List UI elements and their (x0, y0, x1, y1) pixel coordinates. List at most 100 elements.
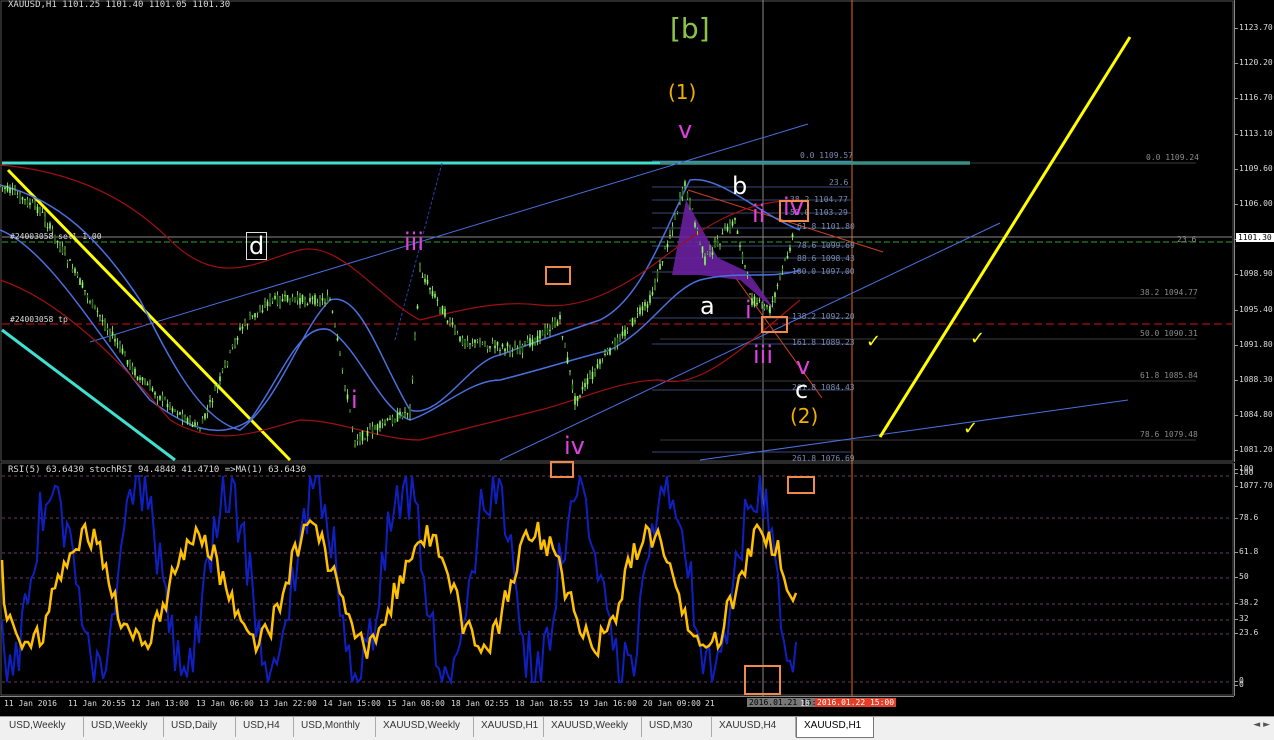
candle-body (16, 195, 19, 197)
candle-body (276, 295, 279, 305)
highlight-box (545, 266, 571, 285)
rsi-axis[interactable]: 100 100 78.6 61.8 50 38.2 32 23.6 0 0 (1233, 463, 1274, 696)
candle-body (6, 185, 9, 192)
wave-label-i-right: i (745, 296, 752, 324)
rsi-tick: 32 (1234, 614, 1249, 623)
candle-body (384, 423, 386, 425)
chart-tab[interactable]: XAUUSD,H1 (474, 717, 544, 737)
candle-body (791, 234, 794, 238)
fib-label: 88.6 1098.43 (797, 254, 855, 263)
candle-body (544, 327, 546, 334)
candle-body (46, 227, 49, 229)
candle-body (129, 360, 131, 366)
candle-body (204, 413, 206, 419)
time-axis[interactable]: 2016.01.21 15:00 2016.01.22 15:00 11 Jan… (0, 696, 1234, 711)
candle-body (429, 287, 431, 290)
candle-body (64, 250, 66, 252)
main-panel-border (0, 0, 1234, 462)
candle-body (306, 303, 309, 305)
candle-body (264, 303, 266, 305)
chart-tab[interactable]: XAUUSD,H4 (712, 717, 796, 737)
candle-body (419, 266, 421, 268)
candle-body (9, 187, 11, 193)
candle-body (624, 329, 626, 336)
price-axis[interactable]: 1123.70 1120.20 1116.70 1113.10 1109.60 1106.… (1234, 0, 1274, 490)
tab-scroll-arrows-icon[interactable]: ◄ ► (1253, 720, 1270, 730)
bollinger-band (0, 178, 801, 431)
chart-tab[interactable]: USD,M30 (642, 717, 712, 737)
rsi-tick: 61.8 (1233, 547, 1259, 556)
chart-tab[interactable]: XAUUSD,Weekly (376, 717, 474, 737)
wave-label-iv-mid: iv (564, 432, 585, 460)
chart-tab[interactable]: USD,Weekly (84, 717, 164, 737)
candle-body (771, 300, 774, 302)
candle-body (184, 416, 186, 422)
price-tick: 1084.80 (1234, 410, 1273, 420)
candle-body (694, 222, 696, 228)
chart-tab[interactable]: USD,H4 (236, 717, 294, 737)
chart-canvas[interactable] (0, 0, 1274, 716)
candle-body (541, 330, 544, 336)
candle-body (1, 185, 4, 187)
candle-body (394, 419, 396, 422)
candle-body (684, 181, 686, 186)
candle-body (636, 311, 639, 313)
candle-body (569, 370, 571, 372)
time-tick: 18 Jan 02:55 (451, 699, 509, 708)
chart-tab[interactable]: XAUUSD,Weekly (544, 717, 642, 737)
candle-body (209, 400, 211, 402)
chart-tab[interactable]: USD,Daily (164, 717, 236, 737)
candle-body (279, 297, 281, 305)
candle-body (91, 299, 94, 308)
candle-body (559, 315, 561, 320)
candle-body (461, 338, 464, 346)
candle-body (621, 331, 624, 336)
candle-body (729, 223, 731, 231)
chart-tab[interactable]: USD,Monthly (294, 717, 376, 737)
candle-body (284, 295, 286, 297)
candle-body (691, 208, 694, 211)
price-tick: 1113.10 (1234, 128, 1273, 138)
chart-area[interactable]: XAUUSD,H1 1101.25 1101.40 1101.05 1101.3… (0, 0, 1274, 716)
time-tick: 11 Jan 2016 (4, 699, 57, 708)
candle-body (326, 295, 329, 303)
candle-body (484, 343, 486, 346)
fib-label: 23.6 (829, 178, 849, 187)
candle-body (274, 295, 276, 299)
candle-body (526, 339, 529, 343)
candle-body (554, 320, 556, 325)
vline-time-tag: 2016.01.22 15:00 (815, 698, 897, 707)
candle-body (329, 299, 331, 301)
candle-body (724, 228, 726, 231)
candle-body (169, 402, 171, 406)
candle-body (476, 340, 479, 342)
candle-body (511, 352, 514, 354)
candle-body (539, 330, 541, 339)
candle-body (479, 343, 481, 348)
candle-body (261, 310, 264, 313)
candle-body (134, 368, 136, 376)
chart-tab[interactable]: XAUUSD,H1 (796, 717, 874, 738)
fib-label: 161.8 1089.23 (792, 338, 855, 347)
candle-body (709, 250, 711, 252)
wave-label-iii-right: iii (753, 341, 774, 369)
time-tick: 15 Jan 08:00 (387, 699, 445, 708)
candle-body (374, 428, 376, 430)
rsi-tick: 0 (1234, 680, 1244, 689)
candle-body (71, 268, 74, 272)
candle-body (219, 376, 221, 381)
candle-body (659, 263, 661, 270)
candle-body (651, 292, 654, 295)
candle-body (634, 320, 636, 322)
candle-body (241, 326, 244, 329)
check-icon: ✓ (970, 328, 986, 349)
candle-body (236, 337, 239, 341)
candle-body (676, 211, 679, 213)
fib-label-right: 38.2 1094.77 (1140, 288, 1198, 297)
candle-body (56, 240, 59, 243)
candle-body (706, 252, 709, 254)
candle-body (76, 273, 79, 277)
candle-body (221, 368, 224, 372)
chart-tab[interactable]: USD,Weekly (2, 717, 84, 737)
candle-body (256, 311, 259, 313)
